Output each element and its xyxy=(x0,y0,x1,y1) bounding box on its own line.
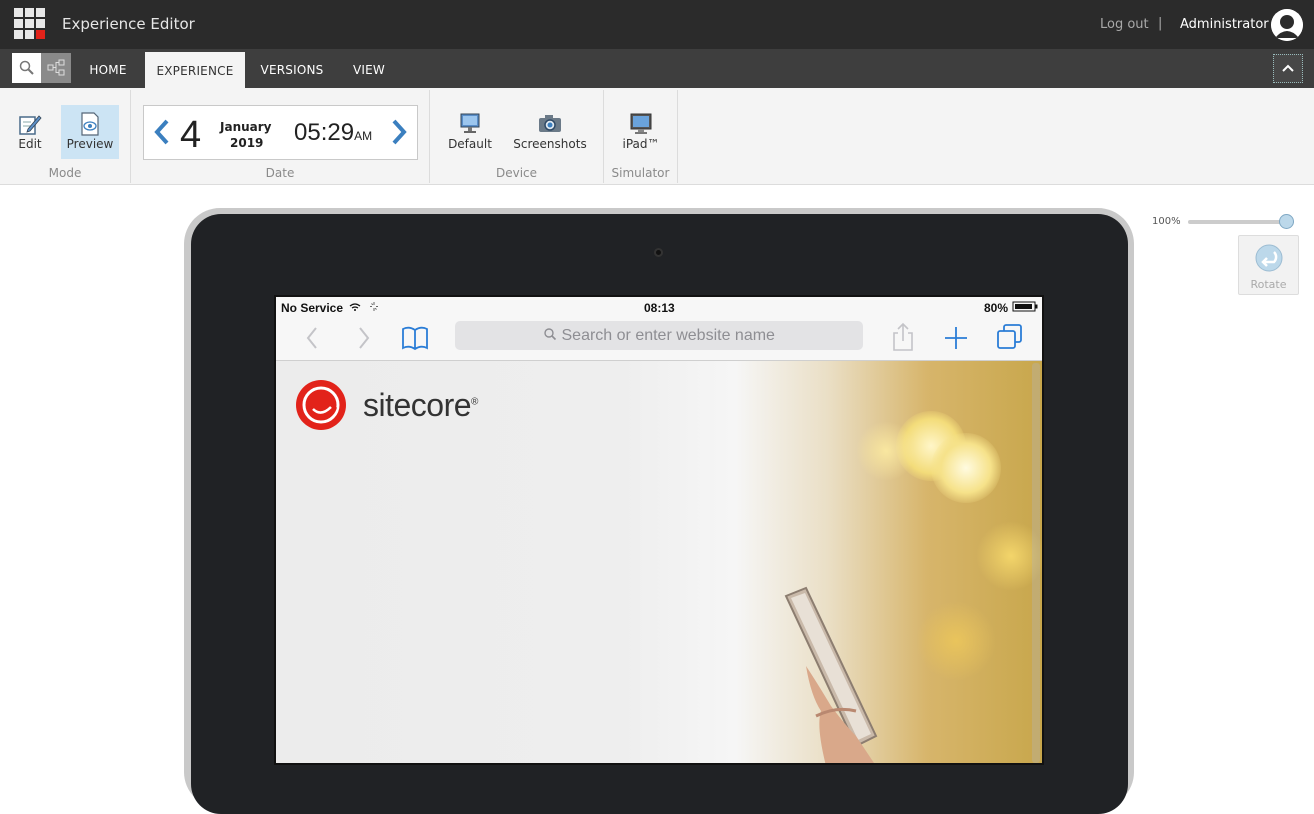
tab-experience[interactable]: EXPERIENCE xyxy=(145,52,245,88)
launchpad-grid-icon[interactable] xyxy=(14,8,46,40)
brand-registered-mark: ® xyxy=(471,396,478,408)
next-date-button[interactable] xyxy=(389,118,409,148)
address-bar[interactable]: Search or enter website name xyxy=(455,321,863,350)
page-scrollbar[interactable] xyxy=(1032,363,1040,763)
new-tab-plus-icon[interactable] xyxy=(943,325,969,351)
date-group-label: Date xyxy=(265,166,295,180)
address-search-icon xyxy=(544,328,557,341)
preview-label: Preview xyxy=(66,137,114,151)
tab-versions[interactable]: VERSIONS xyxy=(252,49,332,88)
tab-home[interactable]: HOME xyxy=(78,49,138,88)
avatar[interactable] xyxy=(1271,9,1303,41)
browser-toolbar: Search or enter website name xyxy=(276,317,1042,361)
monitor-icon xyxy=(460,113,480,133)
zoom-slider-handle[interactable] xyxy=(1279,214,1294,229)
ribbon-tab-bar: HOME EXPERIENCE VERSIONS VIEW xyxy=(0,49,1314,88)
preview-mode-button[interactable]: Preview xyxy=(61,105,119,159)
zoom-level-label: 100% xyxy=(1152,216,1181,227)
tree-structure-icon xyxy=(47,59,65,76)
hand-holding-phone-image xyxy=(784,586,878,763)
ipad-simulator-button[interactable]: iPad™ xyxy=(614,105,668,159)
back-arrow-icon[interactable] xyxy=(302,324,322,352)
rotate-button[interactable]: Rotate xyxy=(1238,235,1299,295)
ipad-label: iPad™ xyxy=(622,137,660,151)
wifi-icon xyxy=(349,302,378,311)
chevron-up-icon xyxy=(1282,64,1294,72)
bookmarks-book-icon[interactable] xyxy=(400,324,430,352)
app-title: Experience Editor xyxy=(62,15,195,33)
preview-eye-icon xyxy=(81,112,99,136)
simulator-group-label: Simulator xyxy=(611,166,670,180)
device-screen: No Service 08:13 80% Search or enter web… xyxy=(274,295,1044,765)
edit-mode-button[interactable]: Edit xyxy=(8,105,52,159)
user-separator: | xyxy=(1158,16,1163,31)
tab-view[interactable]: VIEW xyxy=(342,49,396,88)
search-icon xyxy=(19,60,34,75)
ios-status-bar: No Service 08:13 80% xyxy=(276,297,1042,317)
screenshots-label: Screenshots xyxy=(513,137,587,151)
user-name[interactable]: Administrator xyxy=(1180,17,1269,32)
top-bar: Experience Editor Log out | Administrato… xyxy=(0,0,1314,49)
sitecore-wordmark: sitecore® xyxy=(363,387,478,424)
date-ampm: AM xyxy=(354,129,373,143)
edit-pencil-icon xyxy=(19,115,42,135)
hero-bokeh-light xyxy=(916,601,996,681)
carrier-status: No Service xyxy=(281,301,344,315)
date-month: January xyxy=(220,120,272,134)
camera-icon xyxy=(539,115,561,132)
default-device-button[interactable]: Default xyxy=(443,105,497,159)
sitecore-logo-icon xyxy=(296,380,346,430)
collapse-ribbon-button[interactable] xyxy=(1273,54,1303,83)
date-time-value: 05:29 xyxy=(294,119,355,146)
website-hero-image: sitecore® xyxy=(276,361,1042,763)
previous-date-button[interactable] xyxy=(152,118,172,148)
hero-bokeh-light xyxy=(931,433,1001,503)
battery-percent: 80% xyxy=(984,301,1009,315)
ribbon: Edit Preview Mode 4 January 2019 05:29AM… xyxy=(0,88,1314,185)
ipad-device-icon xyxy=(630,113,652,134)
address-placeholder: Search or enter website name xyxy=(561,327,775,344)
ipad-camera xyxy=(654,248,663,257)
date-year: 2019 xyxy=(230,136,264,150)
share-icon[interactable] xyxy=(890,321,916,353)
mode-group-label: Mode xyxy=(48,166,82,180)
hero-bokeh-light xyxy=(856,421,916,481)
logout-link[interactable]: Log out xyxy=(1100,17,1149,32)
date-picker: 4 January 2019 05:29AM xyxy=(143,105,418,160)
brand-name: sitecore xyxy=(363,387,472,423)
user-avatar-icon xyxy=(1271,9,1303,41)
device-group-label: Device xyxy=(495,166,538,180)
tabs-overview-icon[interactable] xyxy=(996,323,1024,351)
edit-label: Edit xyxy=(18,137,42,151)
rotate-label: Rotate xyxy=(1250,278,1287,291)
date-time: 05:29AM xyxy=(294,119,372,147)
search-button[interactable] xyxy=(12,53,41,83)
navigation-tree-button[interactable] xyxy=(41,53,71,83)
forward-arrow-icon[interactable] xyxy=(354,324,374,352)
screenshots-button[interactable]: Screenshots xyxy=(510,105,590,159)
date-day: 4 xyxy=(180,114,202,156)
ribbon-divider xyxy=(677,90,678,183)
status-clock: 08:13 xyxy=(644,301,675,315)
rotate-icon xyxy=(1255,244,1282,272)
battery-icon xyxy=(1012,301,1038,312)
default-device-label: Default xyxy=(448,137,492,151)
